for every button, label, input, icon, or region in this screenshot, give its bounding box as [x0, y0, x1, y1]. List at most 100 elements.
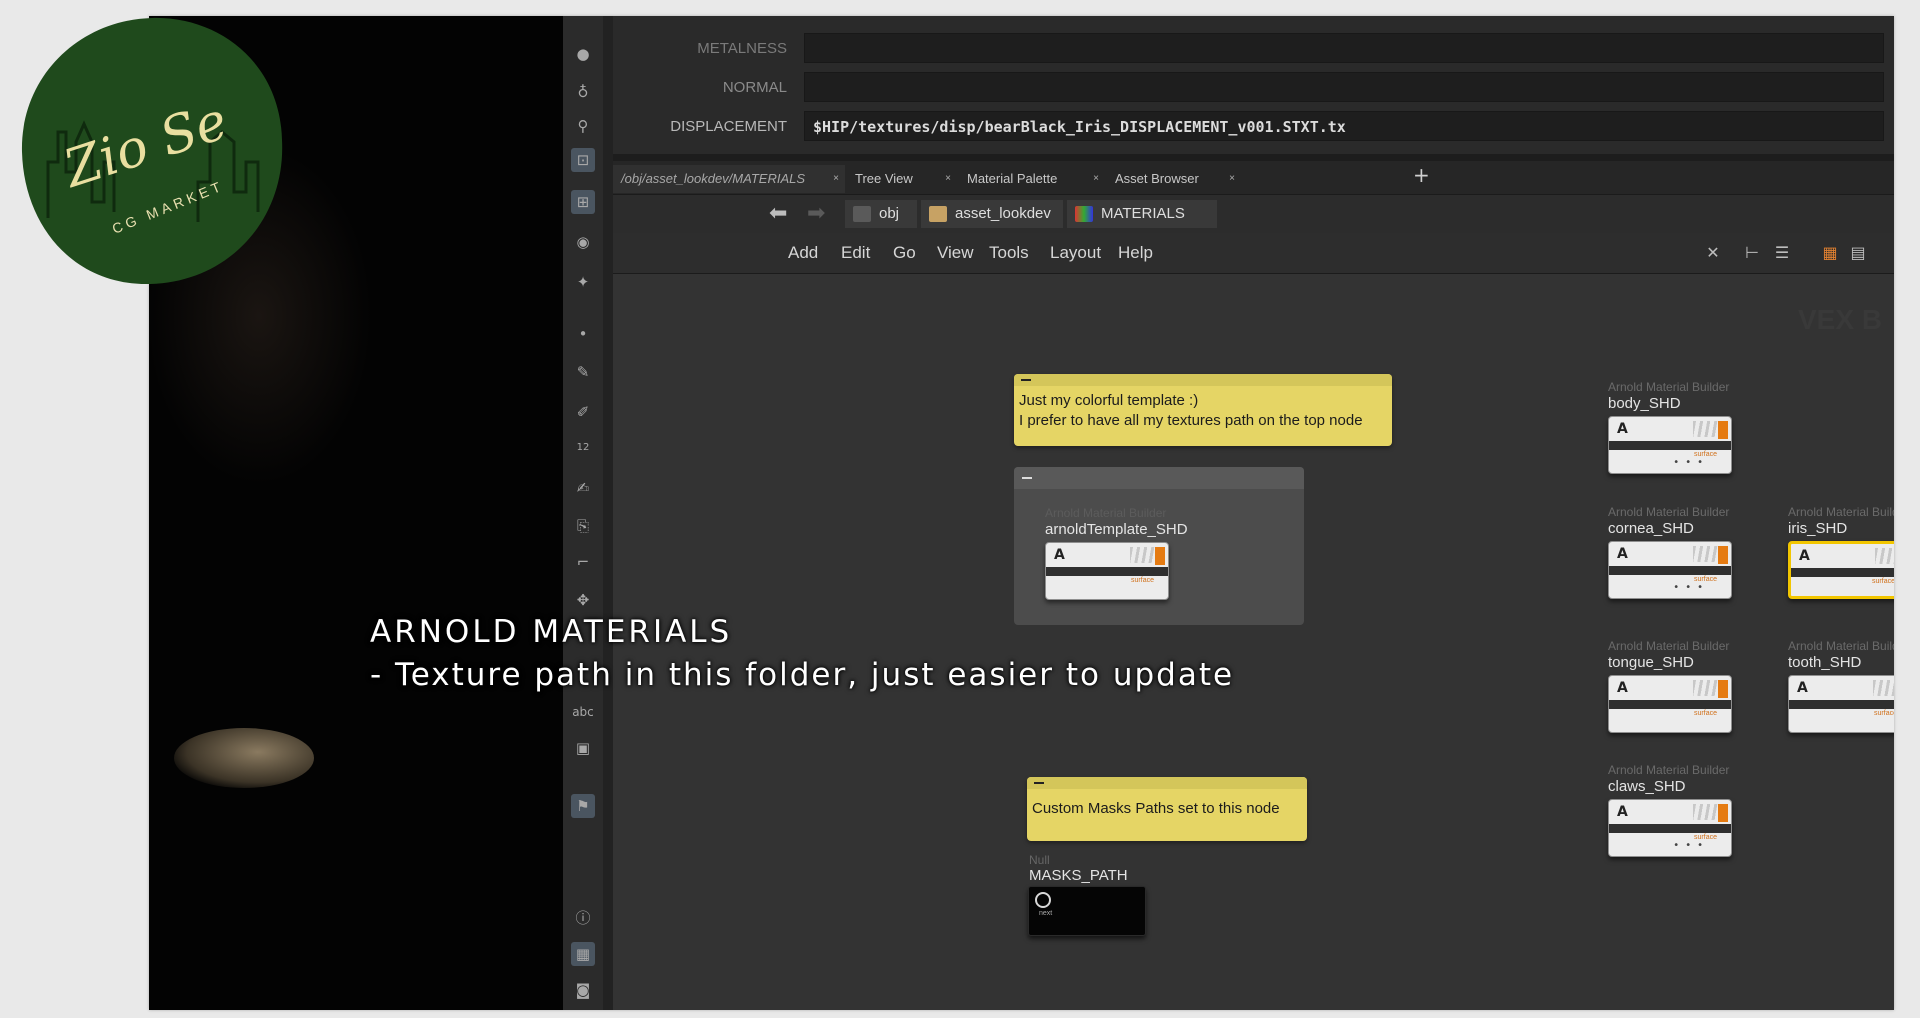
snapshot-icon[interactable]: ◙: [571, 978, 595, 1002]
network-editor[interactable]: VEX B Just my colorful template :) I pre…: [613, 274, 1894, 1010]
menu-tools[interactable]: Tools: [989, 243, 1029, 263]
transform-icon[interactable]: ✥: [571, 588, 595, 612]
displacement-field[interactable]: $HIP/textures/disp/bearBlack_Iris_DISPLA…: [804, 111, 1884, 141]
light-bulb-icon[interactable]: ♁: [571, 80, 595, 104]
corner-icon[interactable]: ⌐: [571, 550, 595, 574]
param-label: DISPLACEMENT: [670, 118, 787, 135]
node-flag-stripes: [1875, 548, 1894, 564]
tab-material-palette[interactable]: Material Palette ×: [959, 165, 1105, 193]
normal-field[interactable]: [804, 72, 1884, 102]
back-arrow-icon[interactable]: ⬅: [769, 201, 787, 226]
menu-layout[interactable]: Layout: [1050, 243, 1101, 263]
text-tool[interactable]: abc: [571, 700, 595, 724]
breadcrumb-label: MATERIALS: [1101, 205, 1185, 222]
sticky-note-template[interactable]: Just my colorful template :) I prefer to…: [1014, 374, 1392, 446]
network-menubar: Add Edit Go View Tools Layout Help ✕ ⊢ ☰…: [613, 233, 1894, 274]
node-body-shd[interactable]: Arnold Material Builder body_SHD A surfa…: [1608, 380, 1732, 474]
menu-view[interactable]: View: [937, 243, 974, 263]
tab-network[interactable]: /obj/asset_lookdev/MATERIALS ×: [613, 165, 845, 193]
node-type-label: Arnold Material Builder: [1608, 380, 1730, 394]
close-icon[interactable]: ×: [945, 165, 951, 193]
network-box[interactable]: Arnold Material Builder arnoldTemplate_S…: [1014, 467, 1304, 625]
image-icon[interactable]: ▣: [571, 736, 595, 760]
arnold-icon: A: [1617, 421, 1628, 437]
pane-splitter[interactable]: [603, 16, 613, 1010]
breadcrumb-label: obj: [879, 205, 900, 222]
node-output-flag: [1718, 804, 1728, 822]
node-output-flag: [1155, 547, 1165, 565]
node-name-label: cornea_SHD: [1608, 520, 1694, 537]
output-label: next: [1039, 910, 1053, 917]
visibility-icon[interactable]: ◉: [571, 230, 595, 254]
panel-divider[interactable]: [613, 154, 1894, 161]
arnold-icon: A: [1617, 680, 1628, 696]
camera-lock-icon[interactable]: ⊡: [571, 148, 595, 172]
paint-icon[interactable]: ✍: [571, 476, 595, 500]
menu-add[interactable]: Add: [788, 243, 818, 263]
add-tab-icon[interactable]: +: [1413, 163, 1430, 187]
node-name-label: tooth_SHD: [1788, 654, 1862, 671]
output-label: surface: [1131, 577, 1154, 584]
close-icon[interactable]: ×: [833, 165, 839, 193]
node-arnoldtemplate-shd[interactable]: Arnold Material Builder arnoldTemplate_S…: [1045, 506, 1188, 600]
node-iris-shd[interactable]: Arnold Material Builder iris_SHD A surfa…: [1788, 505, 1894, 599]
info-icon[interactable]: ⓘ: [571, 906, 595, 930]
tab-label: Material Palette: [967, 171, 1058, 186]
node-type-label: Arnold Material Builder: [1608, 505, 1730, 519]
node-name-label: body_SHD: [1608, 395, 1681, 412]
sticky-collapse-bar[interactable]: [1027, 777, 1307, 789]
list-icon[interactable]: ☰: [1773, 244, 1791, 262]
param-row-metalness: METALNESS: [613, 30, 1894, 66]
network-box-collapse-bar[interactable]: [1014, 467, 1304, 489]
node-tile: A surface: [1788, 541, 1894, 599]
node-cornea-shd[interactable]: Arnold Material Builder cornea_SHD A sur…: [1608, 505, 1732, 599]
node-type-label: Arnold Material Builder: [1608, 639, 1730, 653]
menu-go[interactable]: Go: [893, 243, 916, 263]
grid-icon[interactable]: ▦: [571, 942, 595, 966]
node-type-label: Arnold Material Builder: [1788, 505, 1894, 519]
stamp-icon[interactable]: ⎘: [571, 514, 595, 538]
null-icon: [1035, 892, 1051, 908]
view-icon[interactable]: ⊞: [571, 190, 595, 214]
pen-icon[interactable]: ✐: [571, 400, 595, 424]
tools-icon[interactable]: ✕: [1704, 244, 1722, 262]
node-name-label: tongue_SHD: [1608, 654, 1694, 671]
node-band: [1046, 567, 1168, 576]
close-icon[interactable]: ×: [1093, 165, 1099, 193]
node-masks-path[interactable]: Null MASKS_PATH next: [1028, 853, 1146, 936]
measure-icon[interactable]: 12: [571, 436, 595, 460]
color-palette-icon[interactable]: ▦: [1821, 244, 1839, 262]
metalness-field[interactable]: [804, 33, 1884, 63]
tab-asset-browser[interactable]: Asset Browser ×: [1107, 165, 1241, 193]
breadcrumb-asset-lookdev[interactable]: asset_lookdev: [921, 200, 1063, 228]
node-band: [1789, 700, 1894, 709]
tab-tree-view[interactable]: Tree View ×: [847, 165, 957, 193]
close-icon[interactable]: ×: [1229, 165, 1235, 193]
node-band: [1609, 441, 1731, 450]
brush-icon[interactable]: ✎: [571, 360, 595, 384]
tree-icon[interactable]: ⊢: [1743, 244, 1761, 262]
node-claws-shd[interactable]: Arnold Material Builder claws_SHD A surf…: [1608, 763, 1732, 857]
menu-help[interactable]: Help: [1118, 243, 1153, 263]
forward-arrow-icon[interactable]: ➡: [807, 201, 825, 226]
snap-icon[interactable]: ✦: [571, 270, 595, 294]
node-band: [1609, 566, 1731, 575]
point-light-icon[interactable]: ⚲: [571, 114, 595, 138]
pin-icon[interactable]: ⚑: [571, 794, 595, 818]
tab-label: /obj/asset_lookdev/MATERIALS: [621, 171, 806, 186]
sphere-icon[interactable]: ●: [571, 42, 595, 66]
node-tongue-shd[interactable]: Arnold Material Builder tongue_SHD A sur…: [1608, 639, 1732, 733]
folder-icon: [853, 206, 871, 222]
node-type-label: Null: [1029, 853, 1050, 867]
param-label: NORMAL: [722, 79, 787, 96]
sticky-note-masks[interactable]: Custom Masks Paths set to this node: [1027, 777, 1307, 841]
node-tooth-shd[interactable]: Arnold Material Builder tooth_SHD A surf…: [1788, 639, 1894, 733]
node-band: [1609, 824, 1731, 833]
shape-palette-icon[interactable]: ▤: [1849, 244, 1867, 262]
dot-icon[interactable]: •: [571, 322, 595, 346]
menu-edit[interactable]: Edit: [841, 243, 870, 263]
node-dots: •••: [1673, 840, 1709, 851]
breadcrumb-obj[interactable]: obj: [845, 200, 917, 228]
sticky-collapse-bar[interactable]: [1014, 374, 1392, 386]
breadcrumb-materials[interactable]: MATERIALS: [1067, 200, 1217, 228]
